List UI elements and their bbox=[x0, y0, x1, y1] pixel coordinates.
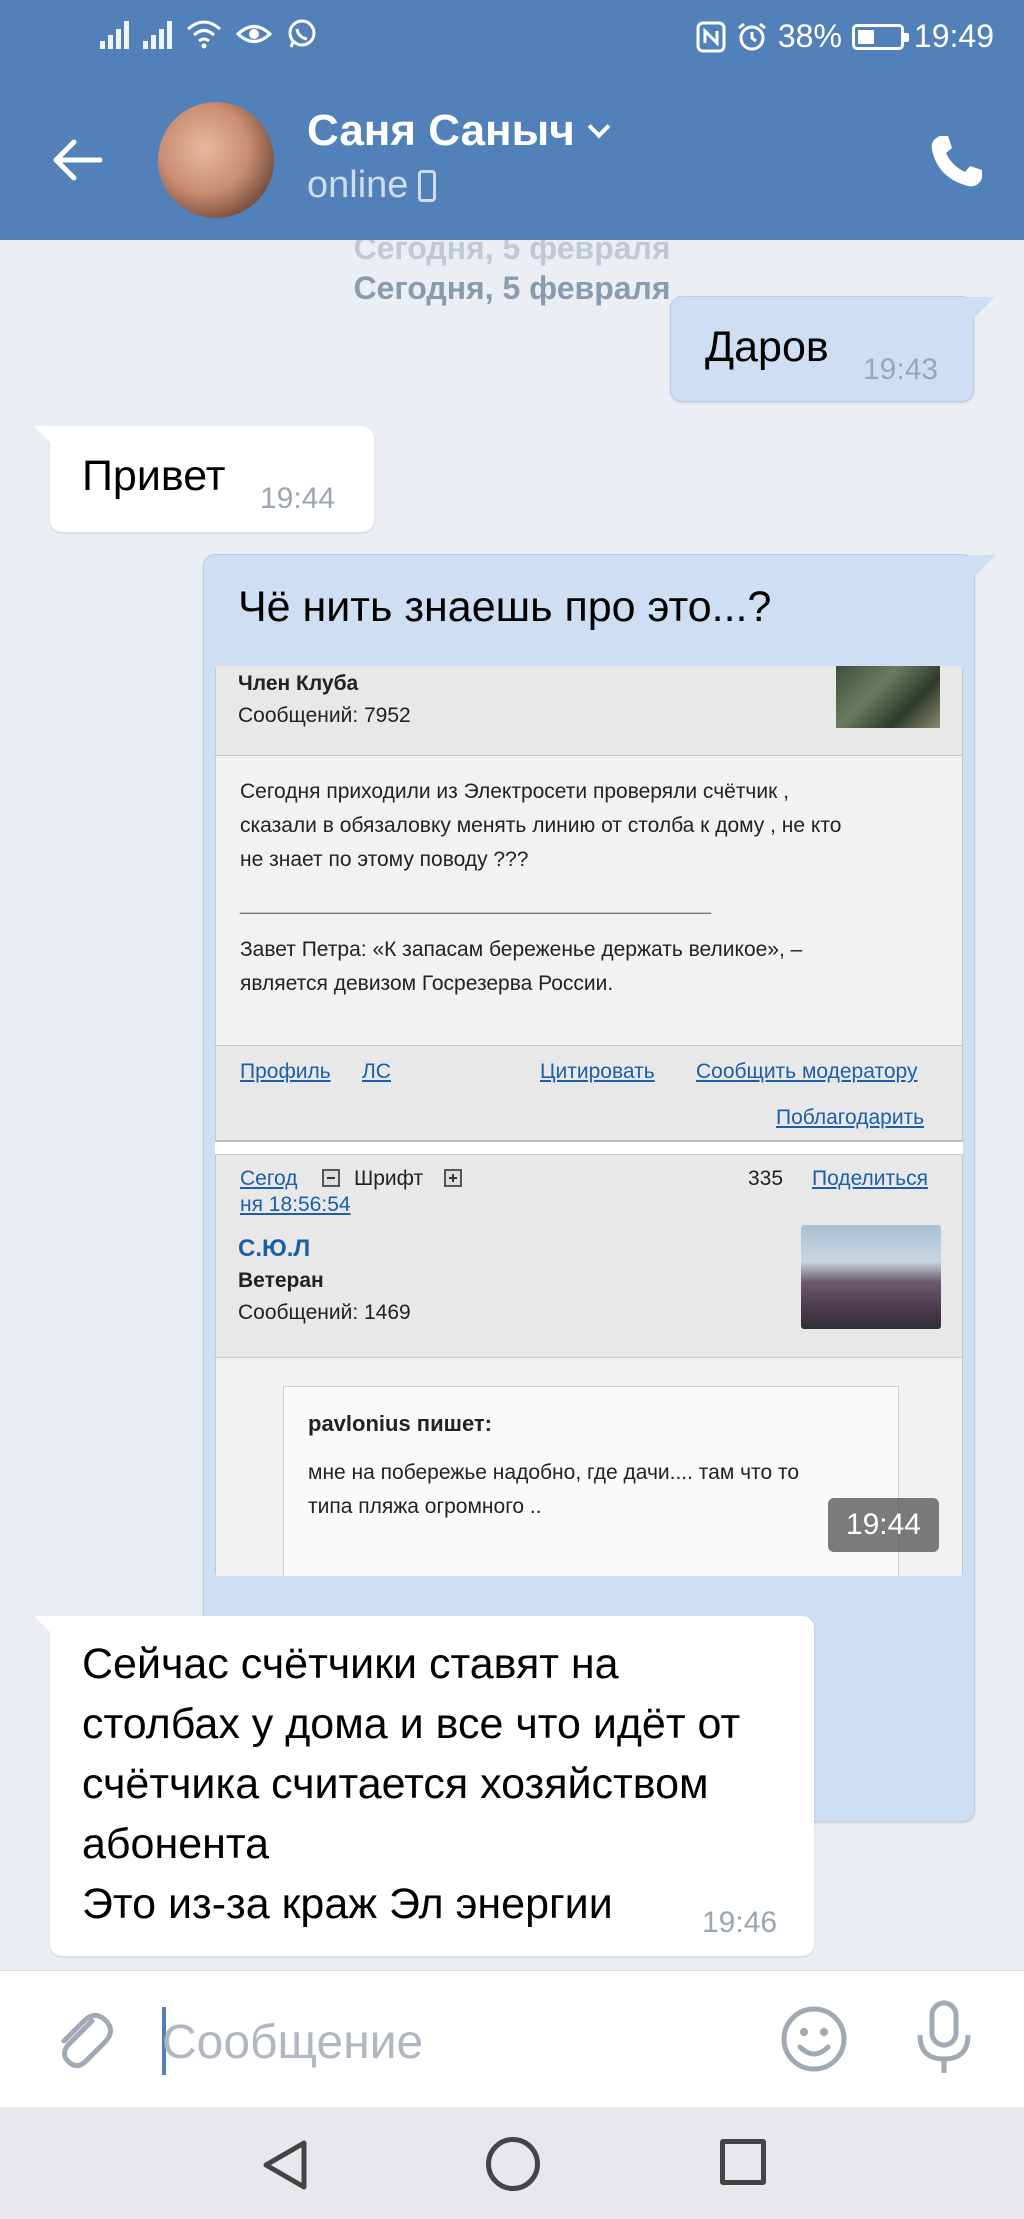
battery-percent: 38% bbox=[777, 18, 842, 54]
forum-screenshot-image[interactable]: Член Клуба Сообщений: 7952 Сегодня прихо… bbox=[215, 666, 963, 1576]
link-profile[interactable]: Профиль bbox=[240, 1060, 331, 1084]
bubble-tail bbox=[967, 297, 995, 325]
quote-block: pavlonius пишет: мне на побережье надобн… bbox=[283, 1386, 899, 1576]
message-text: Чё нить знаешь про это...? bbox=[238, 583, 772, 631]
message-outgoing[interactable]: Даров 19:43 bbox=[670, 296, 995, 402]
message-input[interactable]: Сообщение bbox=[162, 2015, 423, 2070]
date-divider-label: Сегодня, 5 февраля bbox=[339, 266, 685, 310]
alarm-icon bbox=[737, 22, 766, 50]
link-report-moderator[interactable]: Сообщить модератору bbox=[696, 1060, 917, 1084]
eye-icon bbox=[236, 25, 272, 43]
font-label: Шрифт bbox=[354, 1167, 424, 1190]
mobile-device-icon bbox=[418, 169, 437, 202]
post2-rank: Ветеран bbox=[238, 1269, 324, 1292]
post2-number: 335 bbox=[748, 1167, 784, 1190]
attachment-icon[interactable] bbox=[46, 2003, 118, 2075]
message-time: 19:46 bbox=[702, 1906, 778, 1939]
status-right-icons: 38% 19:49 bbox=[696, 18, 994, 55]
forum-post1-body: Сегодня приходили из Электросети проверя… bbox=[215, 756, 963, 1046]
link-thanks[interactable]: Поблагодарить bbox=[776, 1106, 924, 1130]
post1-body-line: не знает по этому поводу ??? bbox=[240, 848, 529, 871]
nav-recents-icon[interactable] bbox=[720, 2139, 766, 2185]
emoji-icon[interactable] bbox=[778, 2003, 850, 2075]
signal-icon-1 bbox=[100, 19, 129, 49]
status-left-icons bbox=[100, 18, 318, 50]
post1-signature-line: Завет Петра: «К запасам береженье держат… bbox=[240, 938, 803, 961]
back-arrow-icon[interactable] bbox=[50, 132, 106, 188]
forum-post1-header: Член Клуба Сообщений: 7952 bbox=[215, 666, 963, 756]
quote-line: мне на побережье надобно, где дачи.... т… bbox=[308, 1461, 800, 1484]
post2-messages-count: Сообщений: 1469 bbox=[238, 1301, 411, 1324]
font-decrease-icon[interactable] bbox=[322, 1169, 340, 1187]
post1-avatar-photo bbox=[836, 666, 940, 728]
status-bar: 38% 19:49 bbox=[0, 0, 1024, 80]
nav-back-icon[interactable] bbox=[258, 2137, 314, 2193]
nfc-icon bbox=[696, 21, 726, 52]
message-text: Привет bbox=[82, 452, 226, 500]
online-label: online bbox=[307, 164, 409, 206]
contact-status: online bbox=[307, 164, 437, 207]
message-time: 19:44 bbox=[260, 482, 336, 515]
message-incoming[interactable]: Привет 19:44 bbox=[34, 426, 374, 532]
phone-call-icon[interactable] bbox=[926, 130, 988, 192]
status-time: 19:49 bbox=[913, 18, 994, 54]
post1-messages-count: Сообщений: 7952 bbox=[238, 704, 411, 727]
chevron-down-icon bbox=[587, 115, 611, 139]
message-composer: Сообщение bbox=[0, 1970, 1024, 2107]
image-time-overlay: 19:44 bbox=[827, 1498, 939, 1552]
chat-history[interactable]: Сегодня, 5 февраля Сегодня, 5 февраля Да… bbox=[0, 240, 1024, 1970]
microphone-icon[interactable] bbox=[908, 1999, 980, 2077]
nav-home-icon[interactable] bbox=[486, 2137, 540, 2191]
post1-rank: Член Клуба bbox=[238, 672, 359, 695]
post1-signature-line: является девизом Госрезерва России. bbox=[240, 972, 614, 995]
app-header: 38% 19:49 Саня Саныч online bbox=[0, 0, 1024, 240]
bubble-tail bbox=[34, 426, 62, 454]
wifi-icon bbox=[187, 20, 221, 49]
date-divider-sticky: Сегодня, 5 февраля bbox=[353, 240, 671, 266]
post2-date-cont[interactable]: ня 18:56:54 bbox=[240, 1193, 351, 1217]
link-share[interactable]: Поделиться bbox=[812, 1167, 928, 1191]
font-increase-icon[interactable] bbox=[444, 1169, 462, 1187]
forum-post1-footer: Профиль ЛС Цитировать Сообщить модератор… bbox=[215, 1046, 963, 1142]
message-incoming[interactable]: Сейчас счётчики ставят на столбах у дома… bbox=[34, 1616, 814, 1956]
forum-post2-header: Сегод ня 18:56:54 Шрифт 335 Поделиться С… bbox=[215, 1154, 963, 1358]
bubble-tail bbox=[34, 1616, 62, 1644]
link-pm[interactable]: ЛС bbox=[362, 1060, 391, 1084]
post-gap bbox=[215, 1142, 963, 1154]
link-quote[interactable]: Цитировать bbox=[540, 1060, 655, 1084]
whatsapp-icon bbox=[288, 19, 316, 48]
post1-separator: ________________________________________… bbox=[240, 892, 711, 915]
quote-line: типа пляжа огромного .. bbox=[308, 1495, 542, 1518]
system-navigation-bar bbox=[0, 2107, 1024, 2219]
contact-name: Саня Саныч bbox=[307, 106, 575, 155]
battery-icon bbox=[851, 23, 909, 50]
bubble-tail bbox=[968, 555, 996, 583]
message-text: Даров bbox=[705, 323, 829, 371]
post1-body-line: сказали в обязаловку менять линию от сто… bbox=[240, 814, 842, 837]
quote-author: pavlonius пишет: bbox=[308, 1411, 492, 1436]
contact-avatar[interactable] bbox=[158, 102, 274, 218]
post2-author[interactable]: С.Ю.Л bbox=[238, 1235, 310, 1263]
post2-avatar-photo bbox=[801, 1225, 941, 1329]
signal-icon-2 bbox=[143, 19, 172, 49]
contact-name-row[interactable]: Саня Саныч bbox=[307, 106, 611, 156]
post1-body-line: Сегодня приходили из Электросети проверя… bbox=[240, 780, 789, 803]
post2-date[interactable]: Сегод bbox=[240, 1167, 298, 1191]
message-time: 19:43 bbox=[863, 353, 939, 386]
message-text: Сейчас счётчики ставят на столбах у дома… bbox=[82, 1640, 741, 1928]
